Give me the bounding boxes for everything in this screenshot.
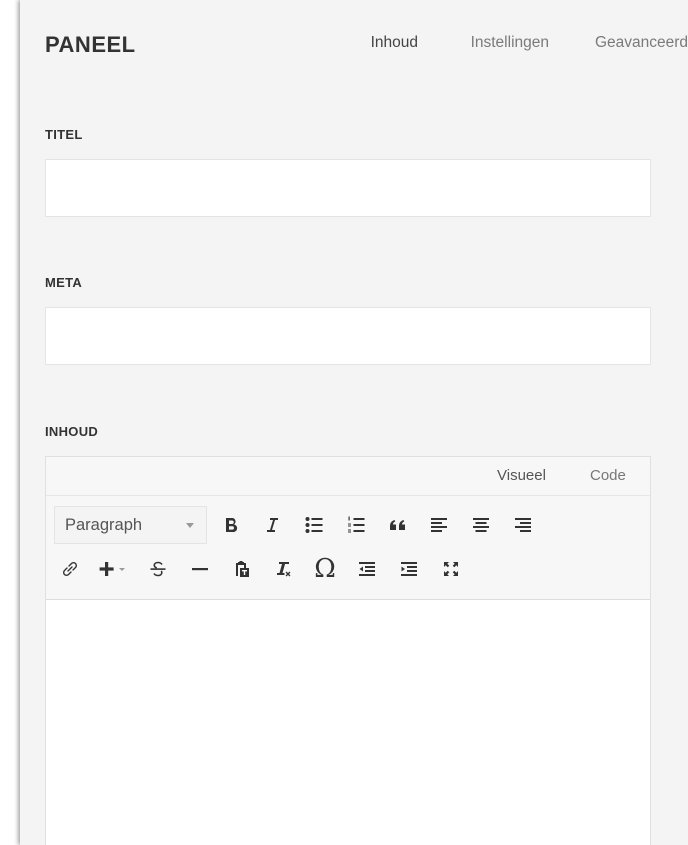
editor-mode-bar: Visueel Code xyxy=(46,457,650,496)
editor-content-area[interactable] xyxy=(46,600,650,845)
numbered-list-icon[interactable] xyxy=(340,509,372,541)
meta-input[interactable] xyxy=(45,307,651,365)
panel-header: PANEEL Inhoud Instellingen Geavanceerd xyxy=(20,0,688,80)
tab-geavanceerd[interactable]: Geavanceerd xyxy=(595,34,688,52)
align-right-icon[interactable] xyxy=(507,509,539,541)
format-select[interactable]: Paragraph xyxy=(54,506,207,544)
blockquote-icon[interactable] xyxy=(382,509,414,541)
paste-as-text-icon[interactable] xyxy=(226,553,258,585)
title-input[interactable] xyxy=(45,159,651,217)
panel: PANEEL Inhoud Instellingen Geavanceerd T… xyxy=(20,0,688,845)
align-center-icon[interactable] xyxy=(465,509,497,541)
code-mode-button[interactable]: Code xyxy=(590,467,626,484)
indent-icon[interactable] xyxy=(393,553,425,585)
format-select-value: Paragraph xyxy=(65,516,143,534)
rich-text-editor: Visueel Code Paragraph Ω xyxy=(45,456,651,845)
tab-inhoud[interactable]: Inhoud xyxy=(371,34,418,52)
meta-label: META xyxy=(45,275,83,290)
tab-instellingen[interactable]: Instellingen xyxy=(471,34,549,52)
bold-icon[interactable] xyxy=(215,509,247,541)
title-label: TITEL xyxy=(45,127,83,142)
link-icon[interactable] xyxy=(54,553,86,585)
italic-icon[interactable] xyxy=(256,509,288,541)
chevron-down-icon xyxy=(186,523,194,528)
special-character-icon[interactable]: Ω xyxy=(309,553,341,585)
outdent-icon[interactable] xyxy=(351,553,383,585)
content-label: INHOUD xyxy=(45,424,99,439)
editor-toolbar: Paragraph Ω xyxy=(46,496,650,600)
fullscreen-icon[interactable] xyxy=(435,553,467,585)
insert-plus-icon[interactable] xyxy=(94,553,134,585)
panel-title: PANEEL xyxy=(45,32,136,57)
strikethrough-icon[interactable] xyxy=(142,553,174,585)
align-left-icon[interactable] xyxy=(423,509,455,541)
clear-formatting-icon[interactable] xyxy=(267,553,299,585)
visual-mode-button[interactable]: Visueel xyxy=(497,467,546,484)
bullet-list-icon[interactable] xyxy=(298,509,330,541)
horizontal-rule-icon[interactable] xyxy=(184,553,216,585)
